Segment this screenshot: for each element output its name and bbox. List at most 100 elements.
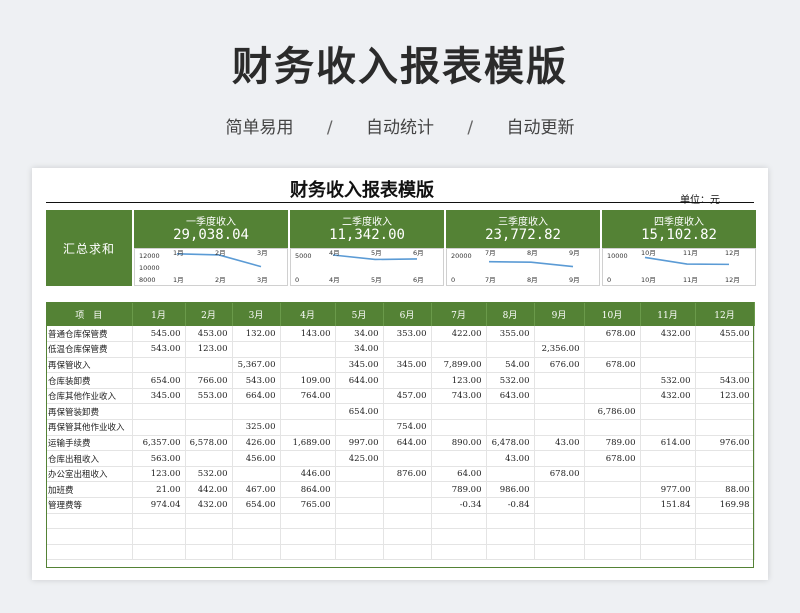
value-cell[interactable] (695, 450, 755, 467)
value-cell[interactable] (640, 357, 696, 374)
value-cell[interactable]: 644.00 (335, 372, 384, 389)
value-cell[interactable]: 764.00 (280, 388, 336, 405)
value-cell[interactable] (383, 528, 432, 545)
value-cell[interactable]: 678.00 (584, 450, 641, 467)
value-cell[interactable] (185, 357, 233, 374)
value-cell[interactable] (584, 466, 641, 483)
column-header-month[interactable]: 9月 (534, 302, 585, 326)
value-cell[interactable]: 132.00 (232, 326, 281, 343)
column-header-item[interactable]: 项 目 (46, 302, 133, 326)
value-cell[interactable] (584, 497, 641, 514)
value-cell[interactable] (383, 544, 432, 561)
value-cell[interactable] (232, 341, 281, 358)
value-cell[interactable]: 432.00 (640, 388, 696, 405)
value-cell[interactable] (534, 372, 585, 389)
value-cell[interactable]: 456.00 (232, 450, 281, 467)
value-cell[interactable] (534, 528, 585, 545)
value-cell[interactable]: 432.00 (185, 497, 233, 514)
quarter-sparkline[interactable]: 5000 0 4月 4月 5月 5月 6月 6月 (290, 248, 444, 286)
row-label-cell[interactable]: 普通仓库保管费 (46, 326, 133, 343)
value-cell[interactable]: 997.00 (335, 435, 384, 452)
value-cell[interactable] (383, 450, 432, 467)
value-cell[interactable] (335, 497, 384, 514)
value-cell[interactable]: 614.00 (640, 435, 696, 452)
value-cell[interactable] (335, 419, 384, 436)
row-label-cell[interactable]: 仓库装卸费 (46, 372, 133, 389)
value-cell[interactable] (383, 481, 432, 499)
row-label-cell[interactable]: 再保管装卸费 (46, 403, 133, 421)
value-cell[interactable] (280, 403, 336, 421)
value-cell[interactable] (185, 513, 233, 530)
value-cell[interactable]: 977.00 (640, 481, 696, 499)
value-cell[interactable] (280, 528, 336, 545)
value-cell[interactable]: 644.00 (383, 435, 432, 452)
value-cell[interactable]: 6,357.00 (132, 435, 186, 452)
value-cell[interactable] (431, 513, 487, 530)
value-cell[interactable]: 743.00 (431, 388, 487, 405)
value-cell[interactable]: 123.00 (695, 388, 755, 405)
value-cell[interactable] (695, 403, 755, 421)
value-cell[interactable]: 345.00 (383, 357, 432, 374)
value-cell[interactable] (232, 544, 281, 561)
value-cell[interactable] (280, 357, 336, 374)
value-cell[interactable] (640, 341, 696, 358)
value-cell[interactable]: 64.00 (431, 466, 487, 483)
value-cell[interactable]: 43.00 (486, 450, 535, 467)
value-cell[interactable] (383, 403, 432, 421)
value-cell[interactable]: 543.00 (232, 372, 281, 389)
value-cell[interactable] (383, 372, 432, 389)
value-cell[interactable]: 532.00 (185, 466, 233, 483)
value-cell[interactable]: 986.00 (486, 481, 535, 499)
value-cell[interactable] (534, 544, 585, 561)
value-cell[interactable]: 345.00 (335, 357, 384, 374)
value-cell[interactable]: 345.00 (132, 388, 186, 405)
value-cell[interactable] (335, 466, 384, 483)
value-cell[interactable] (584, 544, 641, 561)
value-cell[interactable] (132, 528, 186, 545)
row-label-cell[interactable] (46, 513, 133, 530)
value-cell[interactable] (584, 513, 641, 530)
value-cell[interactable]: 664.00 (232, 388, 281, 405)
value-cell[interactable]: 455.00 (695, 326, 755, 343)
value-cell[interactable]: 425.00 (335, 450, 384, 467)
value-cell[interactable]: 442.00 (185, 481, 233, 499)
column-header-month[interactable]: 8月 (486, 302, 535, 326)
value-cell[interactable] (640, 419, 696, 436)
value-cell[interactable]: 654.00 (232, 497, 281, 514)
value-cell[interactable] (534, 497, 585, 514)
value-cell[interactable] (695, 528, 755, 545)
value-cell[interactable] (534, 388, 585, 405)
value-cell[interactable] (280, 419, 336, 436)
value-cell[interactable] (132, 357, 186, 374)
value-cell[interactable] (431, 544, 487, 561)
value-cell[interactable] (486, 528, 535, 545)
value-cell[interactable] (335, 481, 384, 499)
value-cell[interactable] (132, 544, 186, 561)
value-cell[interactable]: -0.84 (486, 497, 535, 514)
value-cell[interactable]: 34.00 (335, 326, 384, 343)
value-cell[interactable] (335, 544, 384, 561)
value-cell[interactable]: 151.84 (640, 497, 696, 514)
value-cell[interactable]: 864.00 (280, 481, 336, 499)
value-cell[interactable]: 7,899.00 (431, 357, 487, 374)
row-label-cell[interactable]: 仓库出租收入 (46, 450, 133, 467)
value-cell[interactable]: 6,578.00 (185, 435, 233, 452)
column-header-month[interactable]: 6月 (383, 302, 432, 326)
value-cell[interactable]: 426.00 (232, 435, 281, 452)
value-cell[interactable] (232, 403, 281, 421)
value-cell[interactable]: 543.00 (695, 372, 755, 389)
quarter-card-q4[interactable]: 四季度收入 15,102.82 10000 0 10月 10月 11月 11月 12月 12月 (602, 210, 756, 286)
column-header-month[interactable]: 10月 (584, 302, 641, 326)
value-cell[interactable]: 545.00 (132, 326, 186, 343)
value-cell[interactable]: 553.00 (185, 388, 233, 405)
quarter-sparkline[interactable]: 20000 0 7月 7月 8月 8月 9月 9月 (446, 248, 600, 286)
value-cell[interactable]: 678.00 (534, 466, 585, 483)
value-cell[interactable]: 43.00 (534, 435, 585, 452)
quarter-sparkline[interactable]: 10000 0 10月 10月 11月 11月 12月 12月 (602, 248, 756, 286)
value-cell[interactable]: 765.00 (280, 497, 336, 514)
value-cell[interactable] (534, 326, 585, 343)
column-header-month[interactable]: 1月 (132, 302, 186, 326)
row-label-cell[interactable]: 再保管其他作业收入 (46, 419, 133, 436)
value-cell[interactable]: 143.00 (280, 326, 336, 343)
column-header-month[interactable]: 2月 (185, 302, 233, 326)
